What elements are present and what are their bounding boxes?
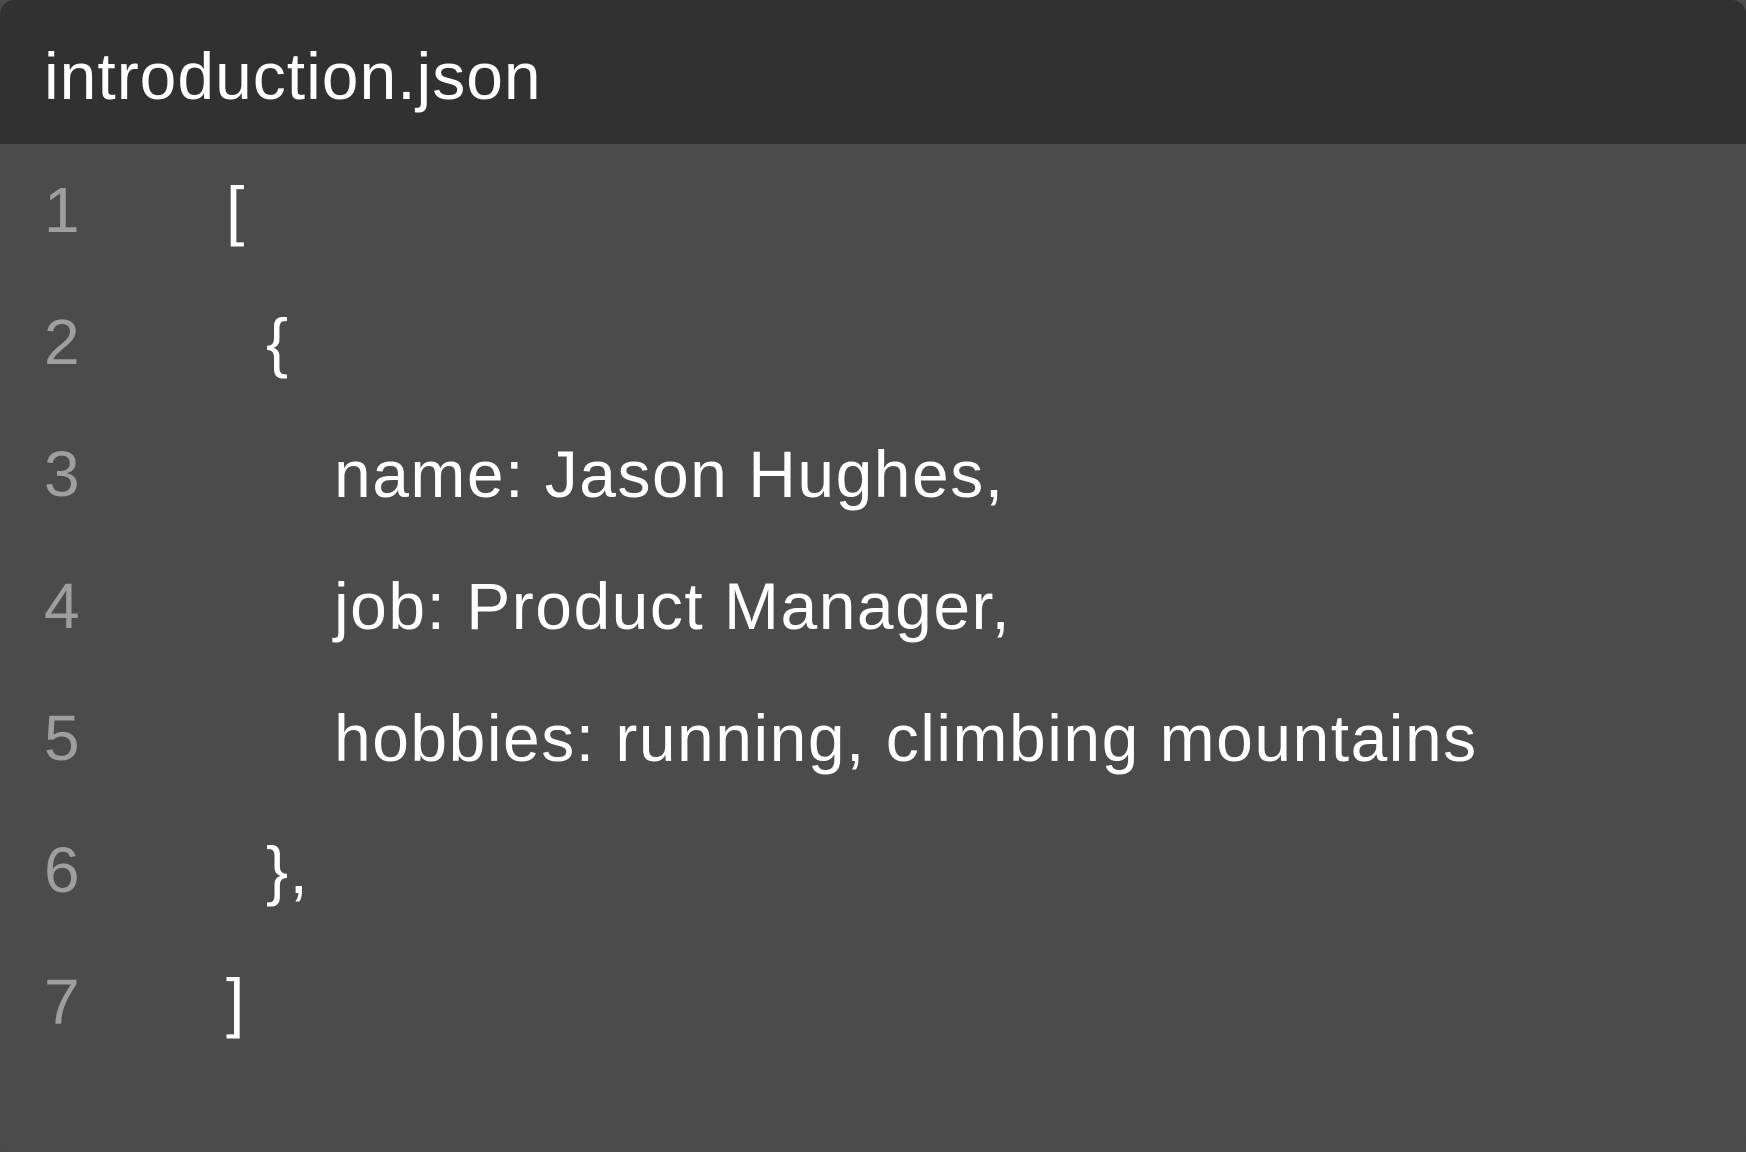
code-line-2[interactable]: 2 { — [0, 276, 1746, 408]
line-number: 6 — [44, 834, 80, 906]
code-line-4[interactable]: 4 job: Product Manager, — [0, 540, 1746, 672]
line-number: 4 — [44, 570, 80, 642]
line-number: 3 — [44, 438, 80, 510]
file-name-title: introduction.json — [44, 39, 542, 113]
code-editor-window: introduction.json 1 [ 2 { 3 name: Jason … — [0, 0, 1746, 1152]
code-editor[interactable]: 1 [ 2 { 3 name: Jason Hughes, 4 job: Pro… — [0, 144, 1746, 1152]
code-text[interactable]: }, — [266, 804, 309, 936]
code-line-3[interactable]: 3 name: Jason Hughes, — [0, 408, 1746, 540]
code-text[interactable]: name: Jason Hughes, — [334, 408, 1005, 540]
title-bar: introduction.json — [0, 0, 1746, 144]
code-text[interactable]: ] — [226, 936, 246, 1068]
code-text[interactable]: { — [266, 276, 290, 408]
line-number: 7 — [44, 966, 80, 1038]
code-line-6[interactable]: 6 }, — [0, 804, 1746, 936]
code-line-1[interactable]: 1 [ — [0, 144, 1746, 276]
code-line-7[interactable]: 7 ] — [0, 936, 1746, 1068]
code-text[interactable]: hobbies: running, climbing mountains — [334, 672, 1478, 804]
line-number: 5 — [44, 702, 80, 774]
code-line-5[interactable]: 5 hobbies: running, climbing mountains — [0, 672, 1746, 804]
code-text[interactable]: [ — [226, 144, 246, 276]
code-text[interactable]: job: Product Manager, — [334, 540, 1011, 672]
line-number: 1 — [44, 174, 80, 246]
line-number: 2 — [44, 306, 80, 378]
